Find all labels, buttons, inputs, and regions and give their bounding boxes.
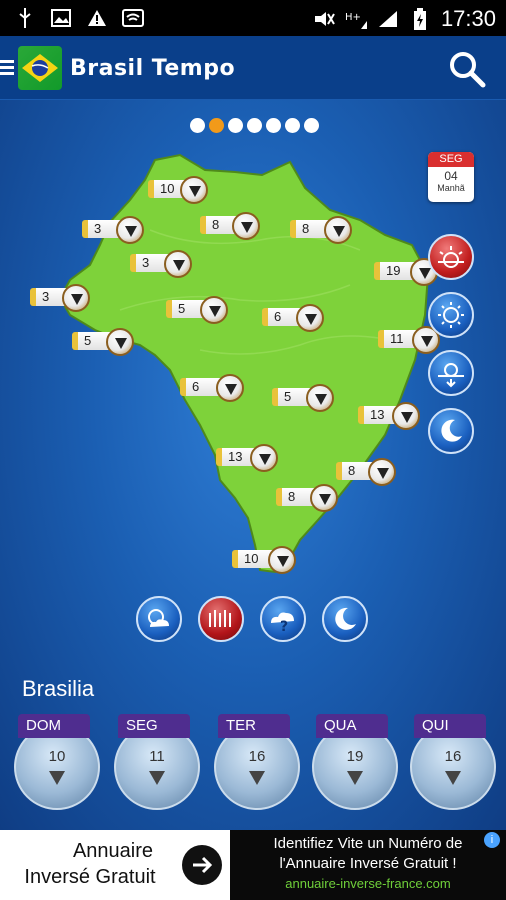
- forecast-day[interactable]: 11 SEG: [114, 714, 202, 814]
- weather-layer-button[interactable]: [136, 596, 182, 642]
- ad-right-line1: Identifiez Vite un Numéro de: [273, 835, 463, 852]
- status-right-icons: H+ 17:30: [313, 6, 496, 32]
- forecast-day[interactable]: 16 TER: [214, 714, 302, 814]
- signal-icon: [377, 9, 399, 29]
- thermometer-icon: [209, 610, 231, 627]
- info-layer-button[interactable]: ?: [260, 596, 306, 642]
- date-calendar[interactable]: SEG 04 Manhã: [428, 152, 474, 202]
- calendar-weekday: SEG: [428, 152, 474, 167]
- night-button[interactable]: [428, 408, 474, 454]
- wind-arrow-icon: [149, 771, 165, 785]
- city-name[interactable]: Brasilia: [22, 676, 94, 702]
- forecast-day-label: QUI: [414, 714, 486, 738]
- day-button[interactable]: [428, 292, 474, 338]
- ad-info-icon[interactable]: i: [484, 832, 500, 848]
- main-area: 10 3 8 8 3 3 19 5 6 5 11 6 5 13 13 8 8 1…: [0, 100, 506, 830]
- calendar-day: 04: [444, 169, 458, 183]
- weather-icon: [216, 374, 244, 402]
- weather-icon: [116, 216, 144, 244]
- forecast-temp: 10: [48, 748, 66, 765]
- weather-icon: [268, 546, 296, 574]
- usb-icon: [14, 8, 36, 28]
- ad-url: annuaire-inverse-france.com: [285, 876, 451, 891]
- weather-icon: [310, 484, 338, 512]
- weather-icon: [324, 216, 352, 244]
- search-icon[interactable]: [448, 50, 486, 88]
- sunrise-icon: [438, 246, 464, 268]
- arrow-right-icon[interactable]: [182, 845, 222, 885]
- weather-icon: [296, 304, 324, 332]
- menu-icon[interactable]: [0, 60, 14, 75]
- forecast-day[interactable]: 10 DOM: [14, 714, 102, 814]
- sunrise-button[interactable]: [428, 234, 474, 280]
- ad-banner[interactable]: Annuaire Inversé Gratuit Identifiez Vite…: [0, 830, 506, 900]
- clock: 17:30: [440, 6, 496, 31]
- ad-right-line2: l'Annuaire Inversé Gratuit !: [279, 855, 457, 872]
- weather-icon: [232, 212, 260, 240]
- forecast-day-label: SEG: [118, 714, 190, 738]
- wind-arrow-icon: [49, 771, 65, 785]
- forecast-day-label: DOM: [18, 714, 90, 738]
- sun-icon: [438, 302, 464, 328]
- forecast-day[interactable]: 19 QUA: [312, 714, 400, 814]
- forecast-day-label: TER: [218, 714, 290, 738]
- wifi-icon: [122, 8, 144, 28]
- weather-icon: [306, 384, 334, 412]
- ad-right-panel[interactable]: Identifiez Vite un Numéro de l'Annuaire …: [230, 830, 506, 900]
- wind-arrow-icon: [347, 771, 363, 785]
- sunset-icon: [438, 363, 464, 388]
- forecast-day[interactable]: 16 QUI: [410, 714, 498, 814]
- status-left-icons: [14, 8, 144, 28]
- warning-icon: [86, 8, 108, 28]
- weather-icon: [250, 444, 278, 472]
- status-bar: H+ 17:30: [0, 0, 506, 36]
- sunset-button[interactable]: [428, 350, 474, 396]
- night-icon: [335, 607, 356, 630]
- image-icon: [50, 8, 72, 28]
- calendar-period: Manhã: [437, 183, 465, 193]
- svg-text:?: ?: [280, 619, 288, 633]
- forecast-row: 10 DOM 11 SEG 16 TER 19 QUA 16 QUI: [14, 714, 500, 824]
- weather-icon: [368, 458, 396, 486]
- weather-icon: [106, 328, 134, 356]
- wind-arrow-icon: [249, 771, 265, 785]
- weather-icon: [200, 296, 228, 324]
- cloud-icon: [148, 609, 169, 627]
- night-layer-button[interactable]: [322, 596, 368, 642]
- app-bar: Brasil Tempo: [0, 36, 506, 100]
- weather-icon: [392, 402, 420, 430]
- wind-arrow-icon: [445, 771, 461, 785]
- temperature-layer-button[interactable]: [198, 596, 244, 642]
- hplus-signal-icon: H+: [345, 9, 367, 29]
- weather-help-icon: ?: [271, 612, 294, 633]
- weather-icon: [180, 176, 208, 204]
- battery-icon: [409, 8, 431, 30]
- brazil-flag-logo: [18, 46, 62, 90]
- mute-icon: [313, 9, 335, 29]
- moon-icon: [441, 419, 462, 442]
- forecast-temp: 16: [248, 748, 266, 765]
- weather-icon: [164, 250, 192, 278]
- weather-icon: [62, 284, 90, 312]
- forecast-temp: 19: [346, 748, 364, 765]
- forecast-temp: 16: [444, 748, 462, 765]
- forecast-day-label: QUA: [316, 714, 388, 738]
- app-title: Brasil Tempo: [70, 56, 236, 81]
- forecast-temp: 11: [149, 748, 165, 765]
- svg-text:H+: H+: [345, 12, 361, 23]
